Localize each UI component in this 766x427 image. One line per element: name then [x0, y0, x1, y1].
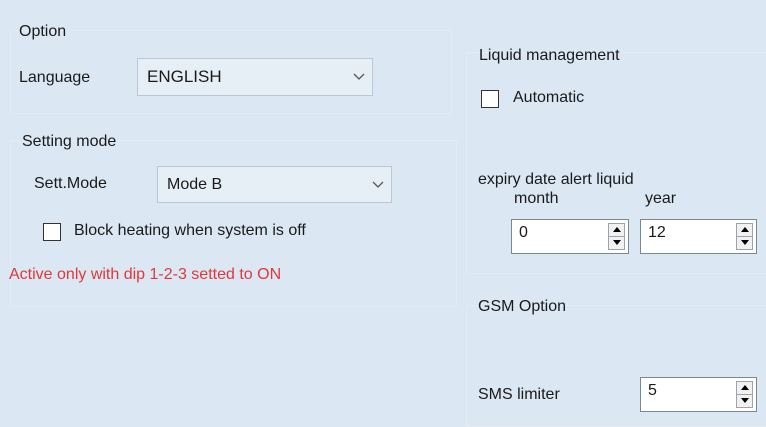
automatic-checkbox[interactable]	[481, 90, 499, 108]
year-label: year	[645, 190, 677, 207]
sms-limiter-stepper[interactable]: 5	[640, 377, 757, 412]
dip-switch-warning: Active only with dip 1-2-3 setted to ON	[9, 266, 282, 283]
sms-limiter-buttons[interactable]	[736, 381, 753, 408]
language-select[interactable]: ENGLISH	[137, 58, 373, 96]
year-stepper-buttons[interactable]	[736, 223, 753, 250]
spin-down-icon[interactable]	[737, 395, 752, 408]
spin-up-icon[interactable]	[737, 224, 752, 237]
month-stepper-value: 0	[519, 224, 528, 241]
sett-mode-select-value: Mode B	[167, 175, 223, 193]
block-heating-checkbox[interactable]	[43, 223, 61, 241]
gsm-option-group-title: GSM Option	[478, 298, 567, 315]
month-stepper-buttons[interactable]	[608, 223, 625, 250]
language-label: Language	[19, 69, 91, 86]
sett-mode-label: Sett.Mode	[34, 175, 107, 192]
language-select-value: ENGLISH	[147, 67, 222, 86]
setting-mode-group-title: Setting mode	[22, 133, 117, 150]
liquid-management-group-title: Liquid management	[479, 47, 620, 64]
month-stepper[interactable]: 0	[511, 219, 629, 254]
sett-mode-select[interactable]: Mode B	[157, 166, 392, 203]
spin-down-icon[interactable]	[609, 237, 624, 250]
spin-up-icon[interactable]	[737, 382, 752, 395]
expiry-alert-label: expiry date alert liquid	[478, 171, 634, 188]
block-heating-label[interactable]: Block heating when system is off	[74, 222, 306, 240]
spin-up-icon[interactable]	[609, 224, 624, 237]
spin-down-icon[interactable]	[737, 237, 752, 250]
year-stepper-value: 12	[648, 224, 666, 241]
month-label: month	[514, 190, 559, 207]
year-stepper[interactable]: 12	[640, 219, 757, 254]
chevron-down-icon	[346, 73, 372, 81]
sms-limiter-label: SMS limiter	[478, 386, 560, 403]
chevron-down-icon	[365, 181, 391, 189]
automatic-label[interactable]: Automatic	[513, 89, 584, 107]
option-group-title: Option	[19, 23, 67, 40]
sms-limiter-value: 5	[648, 382, 657, 399]
